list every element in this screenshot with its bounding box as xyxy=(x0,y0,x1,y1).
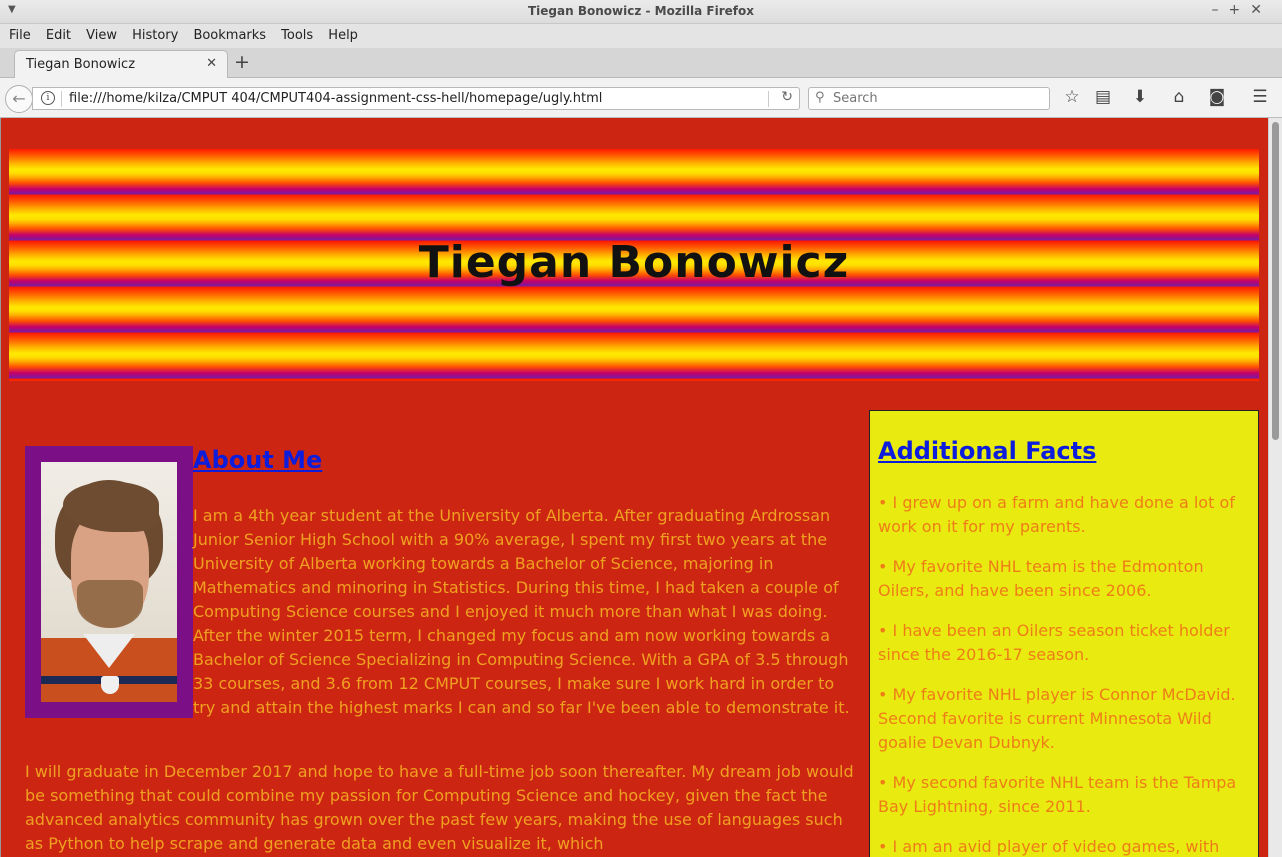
urlbar-separator xyxy=(61,91,62,107)
photo-beard xyxy=(77,580,143,628)
url-text[interactable]: file:///home/kilza/CMPUT 404/CMPUT404-as… xyxy=(69,91,602,106)
window-controls[interactable]: –+✕ xyxy=(1212,2,1272,18)
url-bar[interactable]: i file:///home/kilza/CMPUT 404/CMPUT404-… xyxy=(32,87,800,110)
pocket-icon[interactable]: ◙ xyxy=(1205,87,1229,107)
menu-bookmarks[interactable]: Bookmarks xyxy=(193,24,266,48)
header-banner: Tiegan Bonowicz xyxy=(9,149,1259,381)
hamburger-menu-icon[interactable]: ☰ xyxy=(1248,87,1272,107)
home-icon[interactable]: ⌂ xyxy=(1167,87,1191,107)
scrollbar-thumb[interactable] xyxy=(1272,122,1279,440)
search-icon: ⚲ xyxy=(815,90,825,105)
menu-edit[interactable]: Edit xyxy=(46,24,71,48)
about-paragraph-1: I am a 4th year student at the Universit… xyxy=(193,506,850,717)
profile-photo xyxy=(41,462,177,702)
search-input[interactable] xyxy=(833,90,1043,107)
window-titlebar: ▼ Tiegan Bonowicz - Mozilla Firefox –+✕ xyxy=(0,0,1282,24)
downloads-icon[interactable]: ⬇ xyxy=(1128,87,1152,107)
profile-photo-frame xyxy=(25,446,193,718)
about-paragraph-2: I will graduate in December 2017 and hop… xyxy=(25,762,854,853)
window-title: Tiegan Bonowicz - Mozilla Firefox xyxy=(527,4,754,18)
fact-item: • I am an avid player of video games, wi… xyxy=(878,837,1220,856)
reload-icon[interactable]: ↻ xyxy=(781,89,793,105)
info-icon[interactable]: i xyxy=(41,91,55,105)
menubar: File Edit View History Bookmarks Tools H… xyxy=(0,24,1282,48)
fact-item: • My second favorite NHL team is the Tam… xyxy=(878,773,1237,816)
page-viewport: Tiegan Bonowicz About Me I am a 4th year… xyxy=(0,118,1268,857)
about-me-heading[interactable]: About Me xyxy=(193,446,322,474)
fact-item: • My favorite NHL team is the Edmonton O… xyxy=(878,557,1204,600)
reading-list-icon[interactable]: ▤ xyxy=(1091,87,1115,107)
menu-history[interactable]: History xyxy=(132,24,178,48)
menu-tools[interactable]: Tools xyxy=(281,24,313,48)
tab-label: Tiegan Bonowicz xyxy=(26,57,136,72)
tab-close-icon[interactable]: ✕ xyxy=(206,56,217,71)
bookmark-star-icon[interactable]: ☆ xyxy=(1060,87,1084,107)
additional-facts-heading[interactable]: Additional Facts xyxy=(878,437,1096,465)
photo-nhl-logo xyxy=(101,676,119,694)
navbar: ← i file:///home/kilza/CMPUT 404/CMPUT40… xyxy=(0,78,1282,118)
fact-item: • I grew up on a farm and have done a lo… xyxy=(878,493,1235,536)
tabbar: Tiegan Bonowicz ✕ + xyxy=(0,48,1282,79)
new-tab-icon[interactable]: + xyxy=(234,51,250,73)
menu-file[interactable]: File xyxy=(9,24,31,48)
additional-facts-panel: Additional Facts • I grew up on a farm a… xyxy=(869,410,1259,857)
menu-help[interactable]: Help xyxy=(328,24,358,48)
fact-item: • I have been an Oilers season ticket ho… xyxy=(878,621,1230,664)
tab-active[interactable]: Tiegan Bonowicz ✕ xyxy=(14,50,228,79)
search-bar[interactable]: ⚲ xyxy=(808,87,1050,110)
reload-separator xyxy=(768,91,769,107)
menu-view[interactable]: View xyxy=(86,24,117,48)
vertical-scrollbar[interactable] xyxy=(1268,118,1282,857)
fact-item: • My favorite NHL player is Connor McDav… xyxy=(878,685,1236,752)
back-arrow-icon[interactable]: ← xyxy=(5,85,33,113)
page-title: Tiegan Bonowicz xyxy=(418,237,850,288)
